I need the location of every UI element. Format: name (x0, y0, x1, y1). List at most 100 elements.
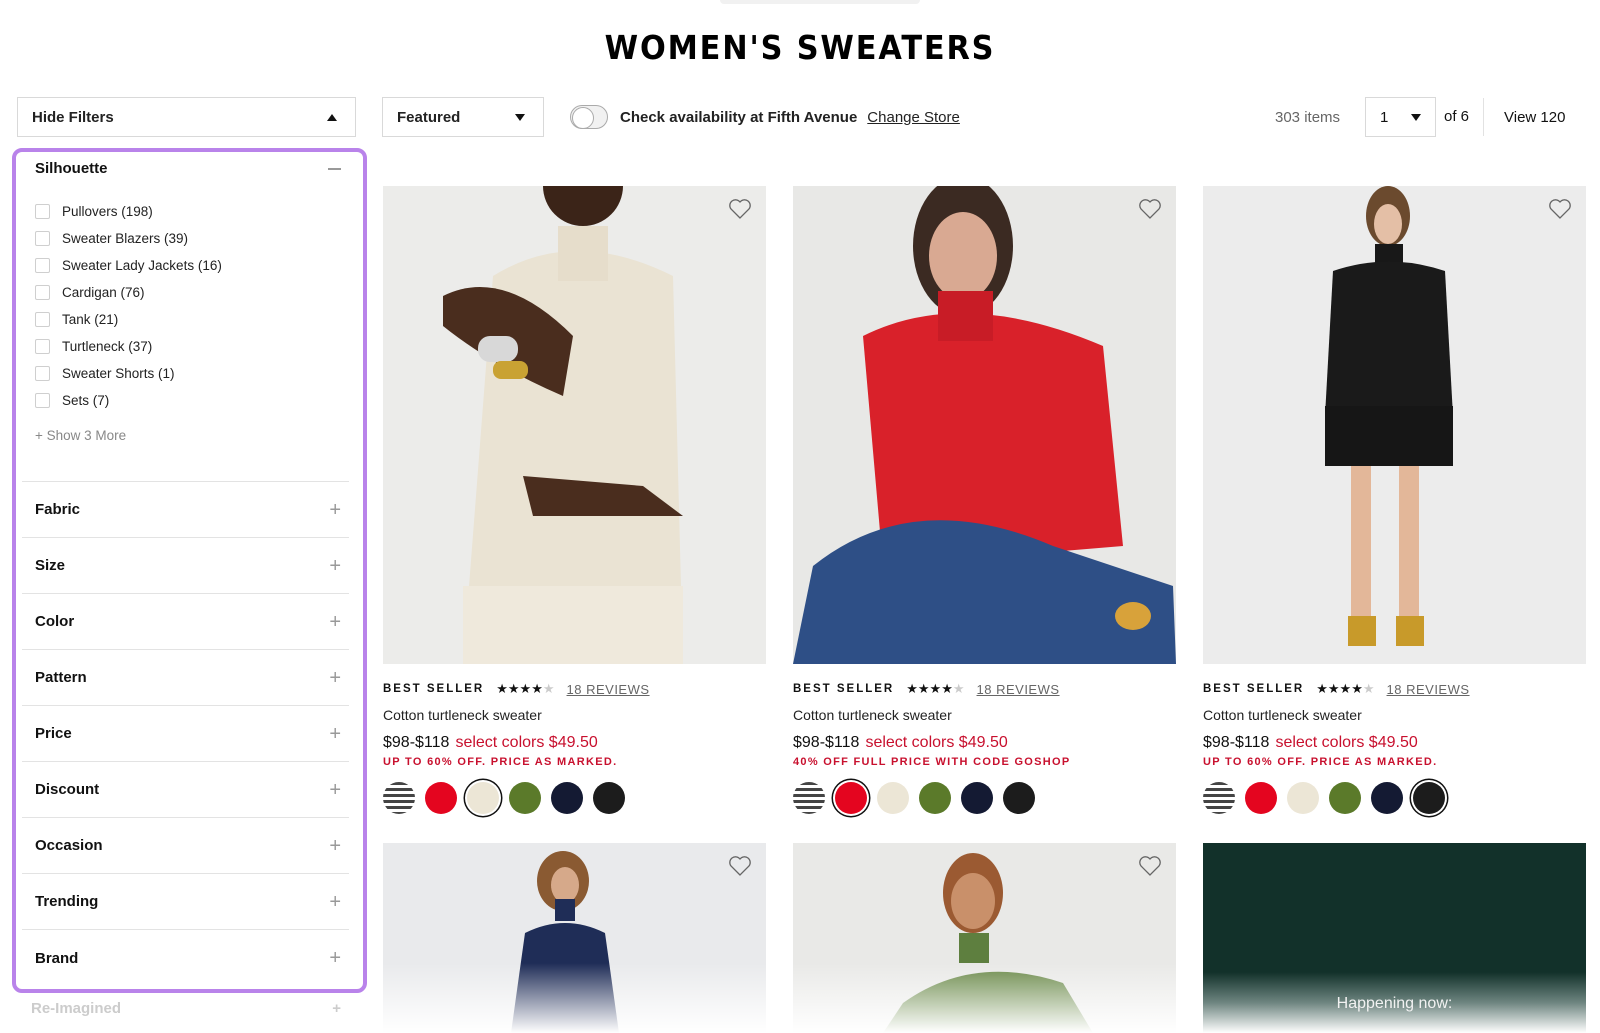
color-swatch-navy[interactable] (1371, 782, 1403, 814)
plus-icon: + (329, 778, 341, 801)
color-swatch-stripe[interactable] (1203, 782, 1235, 814)
filter-section-occasion[interactable]: Occasion + (22, 818, 349, 874)
heart-icon[interactable] (1548, 198, 1572, 220)
color-swatch-red[interactable] (835, 782, 867, 814)
color-swatch-red[interactable] (1245, 782, 1277, 814)
star-icons: ★★★★ (1316, 681, 1363, 696)
plus-icon: + (329, 834, 341, 857)
best-seller-badge: BEST SELLER (1203, 683, 1305, 695)
filter-option[interactable]: Sweater Blazers (39) (35, 225, 349, 252)
filter-section-trending[interactable]: Trending + (22, 874, 349, 930)
color-swatch-olive[interactable] (1329, 782, 1361, 814)
heart-icon[interactable] (728, 855, 752, 877)
fade-overlay (793, 963, 1176, 1033)
heart-icon[interactable] (1138, 855, 1162, 877)
color-swatch-black[interactable] (593, 782, 625, 814)
color-swatch-cream[interactable] (467, 782, 499, 814)
product-photo (793, 186, 1176, 664)
filter-section-discount[interactable]: Discount + (22, 762, 349, 818)
checkbox[interactable] (35, 366, 50, 381)
color-swatch-red[interactable] (425, 782, 457, 814)
reviews-link[interactable]: 18 REVIEWS (977, 682, 1060, 697)
page-dropdown[interactable]: 1 (1365, 97, 1436, 137)
product-card[interactable] (383, 843, 766, 1033)
filter-section-label: Price (35, 725, 72, 742)
heart-icon[interactable] (1138, 198, 1162, 220)
product-name[interactable]: Cotton turtleneck sweater (383, 707, 766, 723)
promo-tile[interactable]: Happening now: (1203, 843, 1586, 1033)
filter-section-pattern[interactable]: Pattern + (22, 650, 349, 706)
filter-section-label: Color (35, 613, 75, 630)
checkbox[interactable] (35, 339, 50, 354)
checkbox[interactable] (35, 231, 50, 246)
filter-section-brand[interactable]: Brand + (22, 930, 349, 986)
price-row: $98-$118 select colors $49.50 (1203, 734, 1586, 752)
reviews-link[interactable]: 18 REVIEWS (567, 682, 650, 697)
filter-option[interactable]: Tank (21) (35, 306, 349, 333)
filter-section-fabric[interactable]: Fabric + (22, 482, 349, 538)
checkbox[interactable] (35, 285, 50, 300)
color-swatch-cream[interactable] (1287, 782, 1319, 814)
product-photo (383, 186, 766, 664)
view-all-link[interactable]: View 120 (1504, 109, 1565, 126)
checkbox[interactable] (35, 258, 50, 273)
plus-icon: + (329, 498, 341, 521)
product-image[interactable] (793, 186, 1176, 664)
product-image[interactable] (383, 186, 766, 664)
filter-option[interactable]: Cardigan (76) (35, 279, 349, 306)
product-meta: BEST SELLER ★★★★★ 18 REVIEWS (383, 681, 766, 697)
filter-section-size[interactable]: Size + (22, 538, 349, 594)
filter-section-label: Silhouette (35, 160, 108, 177)
half-star-icon: ★ (542, 681, 555, 696)
filter-option-label: Sets (7) (62, 393, 110, 408)
filter-option[interactable]: Sweater Shorts (1) (35, 360, 349, 387)
product-name[interactable]: Cotton turtleneck sweater (793, 707, 1176, 723)
filter-option[interactable]: Sweater Lady Jackets (16) (35, 252, 349, 279)
product-price: $98-$118 (383, 734, 450, 751)
price-row: $98-$118 select colors $49.50 (383, 734, 766, 752)
page-total: of 6 (1444, 108, 1470, 125)
star-rating: ★★★★★ (1316, 681, 1374, 697)
color-swatch-black[interactable] (1003, 782, 1035, 814)
sort-dropdown[interactable]: Featured (382, 97, 544, 137)
product-image[interactable] (383, 843, 766, 1033)
reviews-link[interactable]: 18 REVIEWS (1387, 682, 1470, 697)
product-card[interactable] (793, 843, 1176, 1033)
product-card[interactable]: BEST SELLER ★★★★★ 18 REVIEWS Cotton turt… (793, 186, 1176, 814)
filter-option[interactable]: Turtleneck (37) (35, 333, 349, 360)
caret-down-icon (1411, 113, 1421, 121)
change-store-link[interactable]: Change Store (867, 109, 960, 126)
product-card[interactable]: BEST SELLER ★★★★★ 18 REVIEWS Cotton turt… (1203, 186, 1586, 814)
star-rating: ★★★★★ (496, 681, 554, 697)
store-availability: Check availability at Fifth Avenue Chang… (570, 105, 960, 129)
availability-toggle[interactable] (570, 105, 608, 129)
color-swatch-olive[interactable] (509, 782, 541, 814)
product-image[interactable] (793, 843, 1176, 1033)
product-name[interactable]: Cotton turtleneck sweater (1203, 707, 1586, 723)
color-swatch-black[interactable] (1413, 782, 1445, 814)
color-swatch-stripe[interactable] (793, 782, 825, 814)
product-card[interactable]: BEST SELLER ★★★★★ 18 REVIEWS Cotton turt… (383, 186, 766, 814)
filter-section-silhouette[interactable]: Silhouette (22, 152, 349, 178)
filter-section-price[interactable]: Price + (22, 706, 349, 762)
show-more-link[interactable]: + Show 3 More (22, 414, 349, 482)
hide-filters-label: Hide Filters (32, 108, 114, 126)
product-image[interactable] (1203, 186, 1586, 664)
filter-section-color[interactable]: Color + (22, 594, 349, 650)
color-swatch-cream[interactable] (877, 782, 909, 814)
filter-section-reimagined[interactable]: Re-Imagined + (31, 1000, 341, 1017)
heart-icon[interactable] (728, 198, 752, 220)
filter-option[interactable]: Sets (7) (35, 387, 349, 414)
color-swatch-navy[interactable] (961, 782, 993, 814)
color-swatch-olive[interactable] (919, 782, 951, 814)
checkbox[interactable] (35, 312, 50, 327)
hide-filters-button[interactable]: Hide Filters (17, 97, 356, 137)
checkbox[interactable] (35, 204, 50, 219)
caret-down-icon (515, 113, 525, 121)
checkbox[interactable] (35, 393, 50, 408)
filter-option[interactable]: Pullovers (198) (35, 198, 349, 225)
color-swatch-stripe[interactable] (383, 782, 415, 814)
color-swatch-navy[interactable] (551, 782, 583, 814)
product-photo (1203, 186, 1586, 664)
silhouette-options: Pullovers (198) Sweater Blazers (39) Swe… (22, 178, 349, 414)
